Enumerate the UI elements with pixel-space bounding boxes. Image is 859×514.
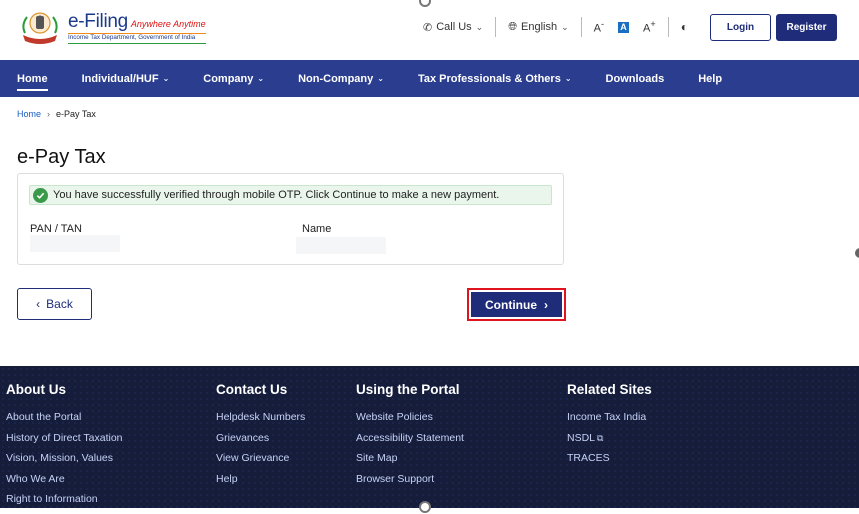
footer-about: About Us About the Portal History of Dir…	[6, 382, 123, 514]
footer-link[interactable]: View Grievance	[216, 452, 305, 464]
footer-link[interactable]: Accessibility Statement	[356, 432, 464, 444]
footer-heading: Contact Us	[216, 382, 288, 397]
contrast-toggle-icon[interactable]: ◐	[669, 20, 700, 34]
page-title: e-Pay Tax	[17, 146, 106, 168]
nav-home[interactable]: Home	[0, 60, 65, 97]
call-us-label: Call Us	[436, 21, 472, 33]
brand-name: e-Filing	[68, 11, 128, 33]
footer-related: Related Sites Income Tax India NSDL ⧉ TRA…	[567, 382, 652, 473]
pan-tan-value	[30, 235, 120, 252]
footer-link[interactable]: Help	[216, 473, 305, 485]
chevron-right-icon: ›	[47, 109, 51, 119]
external-link-icon: ⧉	[597, 432, 604, 443]
efiling-logo[interactable]: e-Filing Anywhere Anytime Income Tax Depa…	[17, 9, 206, 47]
footer-heading: About Us	[6, 382, 66, 397]
footer-portal: Using the Portal Website Policies Access…	[356, 382, 464, 493]
name-label: Name	[302, 223, 332, 235]
name-value	[296, 237, 386, 254]
site-footer: About Us About the Portal History of Dir…	[0, 366, 859, 508]
nav-individual-huf[interactable]: Individual/HUF ⌄	[65, 60, 187, 97]
font-increase-button[interactable]: A+	[643, 19, 656, 35]
footer-link[interactable]: TRACES	[567, 452, 652, 464]
success-alert: You have successfully verified through m…	[29, 185, 552, 205]
main-nav: Home Individual/HUF ⌄ Company ⌄ Non-Compan…	[0, 60, 859, 97]
nav-non-company[interactable]: Non-Company ⌄	[281, 60, 401, 97]
font-decrease-button[interactable]: A-	[594, 19, 604, 35]
continue-button[interactable]: Continue ›	[471, 292, 562, 317]
chevron-down-icon: ⌄	[561, 21, 569, 32]
nav-help[interactable]: Help	[681, 60, 739, 97]
footer-link[interactable]: Browser Support	[356, 473, 464, 485]
check-circle-icon	[33, 187, 48, 203]
breadcrumb-current: e-Pay Tax	[56, 109, 96, 119]
footer-link[interactable]: History of Direct Taxation	[6, 432, 123, 444]
chevron-down-icon: ⌄	[257, 74, 265, 83]
footer-link[interactable]: Website Policies	[356, 411, 464, 423]
font-normal-button[interactable]: A	[618, 21, 630, 33]
breadcrumb-home-link[interactable]: Home	[17, 109, 41, 119]
nav-tax-professionals[interactable]: Tax Professionals & Others ⌄	[401, 60, 589, 97]
footer-link[interactable]: Who We Are	[6, 473, 123, 485]
verification-card: You have successfully verified through m…	[17, 173, 564, 265]
success-message: You have successfully verified through m…	[53, 189, 500, 201]
scroll-handle-bottom[interactable]	[419, 501, 431, 513]
scroll-handle-right[interactable]	[855, 248, 859, 258]
nav-company[interactable]: Company ⌄	[186, 60, 281, 97]
footer-link[interactable]: Helpdesk Numbers	[216, 411, 305, 423]
footer-link[interactable]: Vision, Mission, Values	[6, 452, 123, 464]
continue-button-highlight: Continue ›	[467, 288, 566, 321]
chevron-right-icon: ›	[544, 297, 548, 312]
footer-link[interactable]: Grievances	[216, 432, 305, 444]
chevron-down-icon: ⌄	[475, 21, 484, 32]
call-us-dropdown[interactable]: ✆ Call Us ⌄	[411, 21, 495, 34]
footer-link[interactable]: NSDL ⧉	[567, 432, 652, 444]
phone-icon: ✆	[422, 21, 433, 34]
register-button[interactable]: Register	[776, 13, 837, 41]
breadcrumb: Home › e-Pay Tax	[17, 109, 96, 119]
footer-link[interactable]: Income Tax India	[567, 411, 652, 423]
footer-heading: Using the Portal	[356, 382, 460, 397]
login-button[interactable]: Login	[710, 13, 771, 41]
footer-heading: Related Sites	[567, 382, 652, 397]
brand-tagline: Anywhere Anytime	[130, 19, 206, 30]
chevron-left-icon: ‹	[36, 297, 41, 311]
globe-icon: 🌐︎	[508, 20, 518, 33]
language-label: English	[521, 21, 558, 33]
footer-link[interactable]: About the Portal	[6, 411, 123, 423]
footer-link[interactable]: Site Map	[356, 452, 464, 464]
footer-link[interactable]: Right to Information	[6, 493, 123, 505]
chevron-down-icon: ⌄	[162, 74, 170, 83]
back-button[interactable]: ‹ Back	[17, 288, 92, 320]
chevron-down-icon: ⌄	[564, 74, 572, 83]
language-dropdown[interactable]: 🌐︎ English ⌄	[496, 21, 580, 34]
brand-department: Income Tax Department, Government of Ind…	[68, 33, 206, 44]
site-header: e-Filing Anywhere Anytime Income Tax Depa…	[0, 0, 859, 60]
pan-tan-label: PAN / TAN	[30, 223, 82, 235]
nav-downloads[interactable]: Downloads	[589, 60, 682, 97]
footer-contact: Contact Us Helpdesk Numbers Grievances V…	[216, 382, 305, 493]
chevron-down-icon: ⌄	[377, 74, 384, 83]
emblem-icon	[17, 9, 63, 47]
